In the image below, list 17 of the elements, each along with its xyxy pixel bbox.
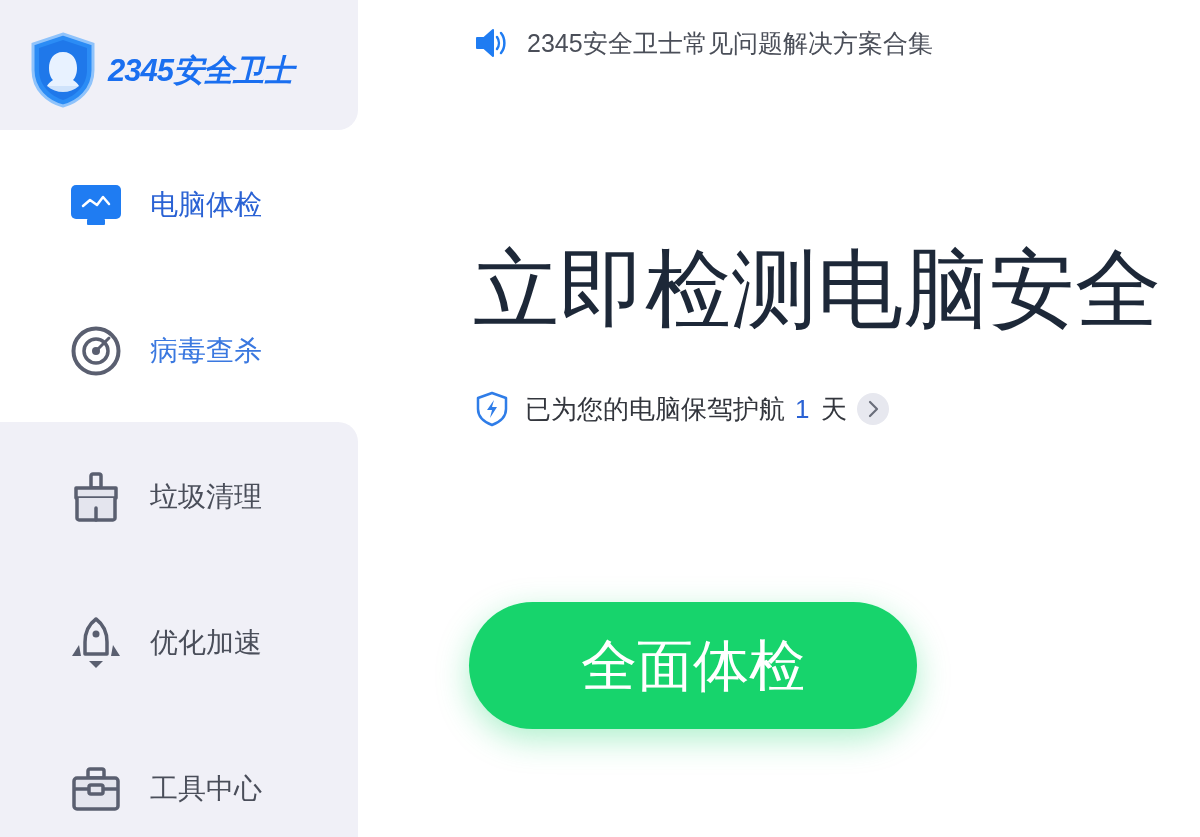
speaker-icon	[475, 28, 507, 58]
brush-icon	[72, 472, 120, 522]
headline: 立即检测电脑安全	[473, 246, 1161, 332]
protection-days: 1	[795, 396, 810, 422]
toolbox-icon	[71, 767, 121, 811]
rocket-icon	[70, 616, 122, 670]
shield-bolt-icon	[475, 391, 509, 427]
notice-link[interactable]: 2345安全卫士常见问题解决方案合集	[527, 30, 933, 56]
shield-logo-icon	[30, 32, 96, 108]
target-icon	[71, 326, 121, 376]
sidebar-item[interactable]: 垃圾清理	[0, 422, 358, 568]
protection-unit: 天	[821, 396, 848, 422]
sidebar-item[interactable]: 工具中心	[0, 714, 358, 837]
chevron-right-icon[interactable]	[857, 393, 890, 425]
protection-text: 已为您的电脑保驾护航	[525, 396, 785, 422]
monitor-icon	[70, 184, 122, 226]
sidebar-item[interactable]: 优化加速	[0, 568, 358, 714]
